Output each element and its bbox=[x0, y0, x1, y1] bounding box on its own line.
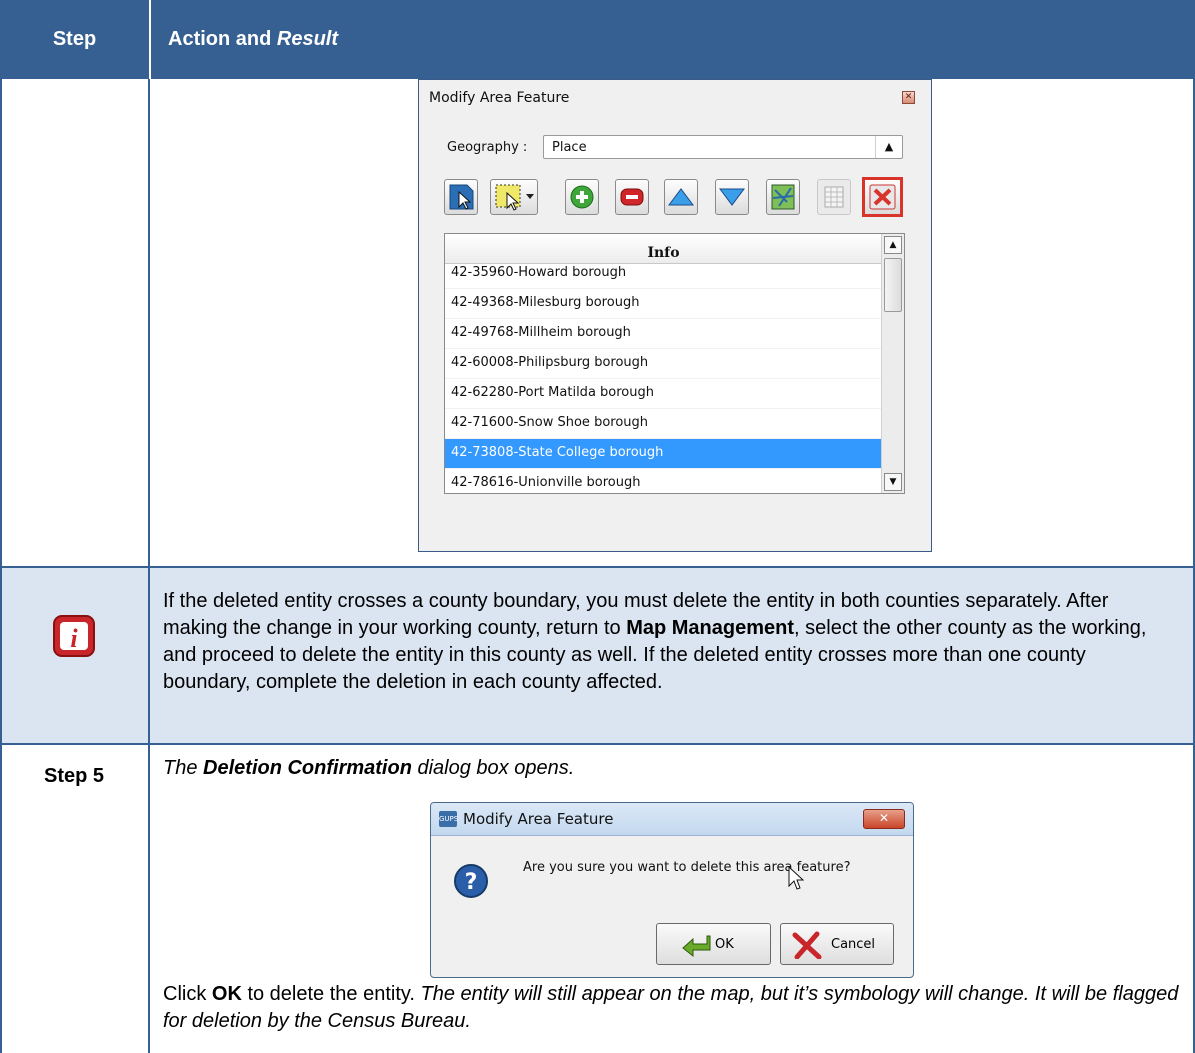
remove-icon bbox=[620, 188, 644, 206]
dialog-titlebar: GUPS Modify Area Feature ✕ bbox=[431, 803, 913, 836]
select-rectangle-button[interactable] bbox=[490, 179, 538, 215]
step-5-label: Step 5 bbox=[43, 765, 105, 787]
modify-area-feature-panel: Modify Area Feature ✕ Geography : Place … bbox=[418, 79, 932, 552]
gups-app-icon: GUPS bbox=[439, 811, 458, 827]
panel-title: Modify Area Feature bbox=[429, 90, 570, 106]
delete-feature-button[interactable] bbox=[862, 177, 903, 217]
list-item[interactable]: 42-49368-Milesburg borough bbox=[445, 289, 882, 319]
svg-text:i: i bbox=[70, 624, 78, 653]
cancel-x-icon bbox=[792, 931, 822, 959]
move-down-button[interactable] bbox=[715, 179, 749, 215]
row-divider bbox=[0, 566, 1195, 568]
geography-label: Geography : bbox=[447, 140, 528, 155]
info-icon: i bbox=[53, 615, 95, 657]
action-column-header: Action and Result bbox=[168, 0, 338, 79]
scroll-thumb[interactable] bbox=[884, 258, 902, 312]
info-note-text: If the deleted entity crosses a county b… bbox=[163, 588, 1173, 696]
ok-label: OK bbox=[715, 937, 734, 952]
remove-button[interactable] bbox=[615, 179, 649, 215]
move-up-icon bbox=[668, 188, 694, 206]
list-item[interactable]: 42-71600-Snow Shoe borough bbox=[445, 409, 882, 439]
list-item[interactable]: 42-78616-Unionville borough bbox=[445, 469, 882, 493]
svg-text:?: ? bbox=[465, 870, 478, 895]
add-icon bbox=[570, 185, 594, 209]
mouse-cursor-icon bbox=[788, 866, 804, 890]
row-divider bbox=[0, 743, 1195, 745]
map-button[interactable] bbox=[766, 179, 800, 215]
panel-close-icon[interactable]: ✕ bbox=[902, 91, 915, 104]
header-separator bbox=[149, 0, 151, 79]
list-item-selected[interactable]: 42-73808-State College borough bbox=[445, 439, 882, 469]
dialog-close-button[interactable]: ✕ bbox=[863, 809, 905, 829]
list-item[interactable]: 42-60008-Philipsburg borough bbox=[445, 349, 882, 379]
ok-button[interactable]: OK bbox=[656, 923, 771, 965]
dropdown-arrows-icon: ▲ bbox=[875, 136, 902, 158]
step-column-header: Step bbox=[52, 28, 97, 50]
geography-select[interactable]: Place ▲ bbox=[543, 135, 903, 159]
dialog-title: Modify Area Feature bbox=[463, 810, 614, 828]
ok-bold: OK bbox=[211, 983, 242, 1005]
select-rectangle-icon bbox=[495, 184, 534, 211]
desc-post: dialog box opens. bbox=[411, 757, 575, 779]
click-ok-instruction: Click OK to delete the entity. The entit… bbox=[163, 981, 1183, 1035]
cancel-label: Cancel bbox=[831, 937, 876, 952]
select-feature-button[interactable] bbox=[444, 179, 478, 215]
list-item[interactable]: 42-35960-Howard borough bbox=[445, 259, 882, 289]
click-pre: Click bbox=[163, 983, 212, 1005]
select-feature-icon bbox=[449, 184, 474, 210]
map-icon bbox=[771, 184, 795, 210]
scroll-down-icon[interactable]: ▼ bbox=[884, 473, 902, 491]
list-item[interactable]: 42-49768-Millheim borough bbox=[445, 319, 882, 349]
feature-list[interactable]: Info 42-35960-Howard borough 42-49368-Mi… bbox=[444, 233, 905, 494]
list-item[interactable]: 42-62280-Port Matilda borough bbox=[445, 379, 882, 409]
move-up-button[interactable] bbox=[664, 179, 698, 215]
result-label: Result bbox=[276, 28, 339, 50]
click-mid: to delete the entity. bbox=[241, 983, 421, 1005]
question-icon: ? bbox=[454, 864, 488, 898]
scroll-up-icon[interactable]: ▲ bbox=[884, 236, 902, 254]
table-header: Step Action and Result bbox=[0, 0, 1195, 79]
table-icon bbox=[824, 186, 844, 208]
delete-icon bbox=[869, 184, 896, 210]
geography-value: Place bbox=[552, 140, 587, 155]
table-button[interactable] bbox=[817, 179, 851, 215]
ok-arrow-icon bbox=[682, 935, 711, 958]
cancel-button[interactable]: Cancel bbox=[780, 923, 894, 965]
desc-pre: The bbox=[163, 757, 204, 779]
move-down-icon bbox=[719, 188, 745, 206]
desc-bold: Deletion Confirmation bbox=[203, 757, 412, 779]
add-button[interactable] bbox=[565, 179, 599, 215]
list-scrollbar[interactable]: ▲ ▼ bbox=[881, 234, 904, 493]
map-management-label: Map Management bbox=[626, 617, 795, 639]
deletion-confirmation-dialog: GUPS Modify Area Feature ✕ ? Are you sur… bbox=[430, 802, 914, 978]
step-5-description: The Deletion Confirmation dialog box ope… bbox=[163, 757, 574, 780]
action-label: Action and bbox=[168, 28, 277, 50]
table-border-left bbox=[0, 79, 2, 1053]
